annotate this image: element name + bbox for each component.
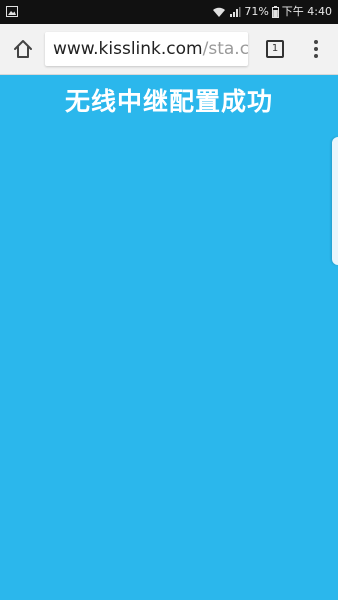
wifi-icon [213, 7, 226, 17]
home-icon[interactable] [10, 36, 36, 62]
battery-percent: 71% [244, 5, 269, 18]
tabs-icon: 1 [266, 40, 284, 58]
signal-icon [230, 7, 241, 17]
url-domain: www.kisslink.com [53, 39, 203, 59]
browser-toolbar: www.kisslink.com/sta.cgi 1 [0, 24, 338, 75]
tabs-button[interactable]: 1 [264, 38, 286, 60]
screen: 71% 下午 4:40 www.kisslink.com/sta.cgi 1 无… [0, 0, 338, 600]
page-title: 无线中继配置成功 [64, 87, 273, 116]
image-icon [6, 6, 18, 17]
clock: 下午 4:40 [281, 5, 332, 18]
scroll-handle[interactable] [332, 137, 338, 265]
more-vert-icon[interactable] [306, 38, 326, 60]
url-path: /sta.cgi [202, 39, 248, 59]
url-bar[interactable]: www.kisslink.com/sta.cgi [45, 32, 248, 66]
status-icons: 71% 下午 4:40 [212, 0, 332, 24]
status-bar: 71% 下午 4:40 [0, 0, 338, 24]
battery-icon [271, 6, 279, 18]
